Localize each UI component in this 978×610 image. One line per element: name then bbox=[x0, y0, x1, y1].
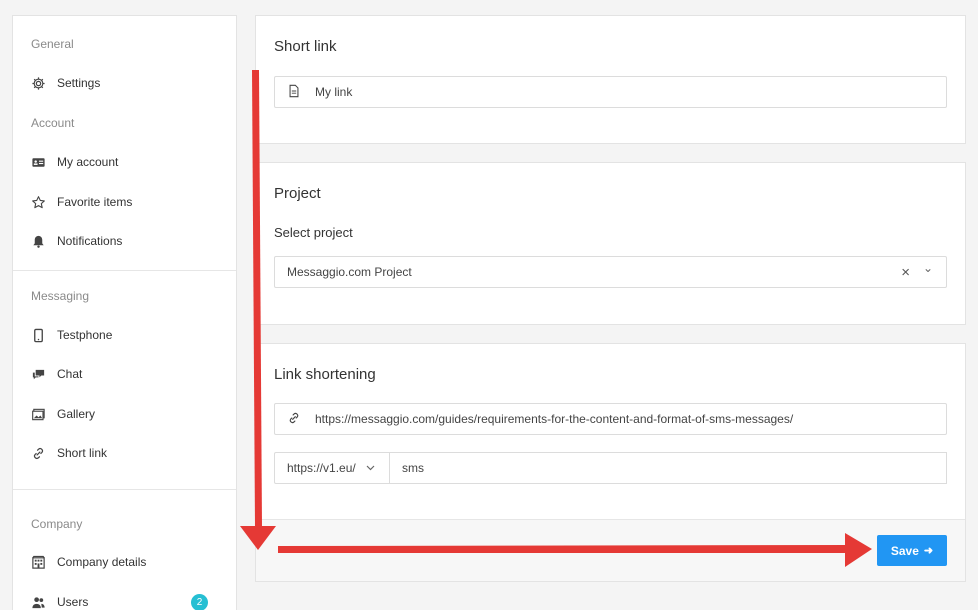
sidebar-item-label: Chat bbox=[57, 367, 83, 381]
sidebar-divider bbox=[13, 489, 236, 490]
sidebar-item-my-account[interactable]: My account bbox=[30, 150, 226, 174]
save-button[interactable]: Save ➜ bbox=[877, 535, 947, 566]
link-name-input[interactable]: My link bbox=[274, 76, 947, 108]
link-name-value: My link bbox=[315, 85, 353, 99]
phone-icon bbox=[30, 327, 46, 343]
sidebar-item-label: Short link bbox=[57, 446, 108, 460]
short-link-card: Short link My link bbox=[255, 15, 966, 144]
domain-prefix-value: https://v1.eu/ bbox=[287, 461, 356, 475]
long-url-value: https://messaggio.com/guides/requirement… bbox=[315, 412, 794, 426]
sidebar-item-label: Users bbox=[57, 595, 89, 609]
long-url-input[interactable]: https://messaggio.com/guides/requirement… bbox=[274, 403, 947, 435]
building-icon bbox=[30, 554, 46, 570]
chevron-down-icon[interactable]: ⌄ bbox=[923, 261, 933, 275]
sidebar-item-favorite-items[interactable]: Favorite items bbox=[30, 190, 226, 214]
project-card: Project Select project Messaggio.com Pro… bbox=[255, 162, 966, 325]
save-button-label: Save bbox=[890, 543, 919, 558]
project-select[interactable]: Messaggio.com Project × ⌄ bbox=[274, 256, 947, 288]
sidebar-item-testphone[interactable]: Testphone bbox=[30, 323, 226, 347]
sidebar: General Settings Account My account Favo… bbox=[12, 15, 237, 610]
slug-input[interactable]: sms bbox=[389, 452, 947, 484]
link-shortening-card-title: Link shortening bbox=[274, 366, 376, 383]
chat-icon bbox=[30, 366, 46, 382]
sidebar-item-settings[interactable]: Settings bbox=[30, 71, 226, 95]
section-title-account: Account bbox=[31, 116, 75, 130]
gear-icon bbox=[30, 75, 46, 91]
select-project-label: Select project bbox=[274, 225, 353, 240]
domain-prefix-select[interactable]: https://v1.eu/ bbox=[274, 452, 390, 484]
clear-icon[interactable]: × bbox=[901, 264, 910, 281]
sidebar-item-notifications[interactable]: Notifications bbox=[30, 229, 226, 253]
sidebar-item-label: Gallery bbox=[57, 407, 96, 421]
short-link-card-title: Short link bbox=[274, 38, 337, 55]
sidebar-item-label: Testphone bbox=[57, 328, 113, 342]
sidebar-item-label: Settings bbox=[57, 76, 101, 90]
users-icon bbox=[30, 594, 46, 610]
link-icon bbox=[287, 411, 303, 427]
section-title-messaging: Messaging bbox=[31, 289, 90, 303]
gallery-icon bbox=[30, 406, 46, 422]
slug-value: sms bbox=[402, 461, 424, 475]
sidebar-item-label: My account bbox=[57, 155, 119, 169]
section-title-company: Company bbox=[31, 517, 83, 531]
chevron-down-icon bbox=[366, 463, 375, 473]
sidebar-item-short-link[interactable]: Short link bbox=[30, 441, 226, 465]
sidebar-item-company-details[interactable]: Company details bbox=[30, 550, 226, 574]
link-icon bbox=[30, 445, 46, 461]
arrow-right-icon: ➜ bbox=[923, 545, 934, 557]
sidebar-item-label: Company details bbox=[57, 555, 147, 569]
project-select-value: Messaggio.com Project bbox=[287, 265, 412, 279]
project-card-title: Project bbox=[274, 185, 321, 202]
card-footer: Save ➜ bbox=[256, 519, 965, 581]
users-count-badge: 2 bbox=[191, 593, 208, 610]
sidebar-item-gallery[interactable]: Gallery bbox=[30, 402, 226, 426]
sidebar-item-label: Notifications bbox=[57, 234, 123, 248]
id-card-icon bbox=[30, 154, 46, 170]
sidebar-item-chat[interactable]: Chat bbox=[30, 362, 226, 386]
sidebar-item-label: Favorite items bbox=[57, 195, 133, 209]
document-icon bbox=[287, 84, 303, 100]
sidebar-divider bbox=[13, 270, 236, 271]
star-icon bbox=[30, 194, 46, 210]
section-title-general: General bbox=[31, 37, 74, 51]
sidebar-item-users[interactable]: Users 2 bbox=[30, 590, 226, 610]
link-shortening-card: Link shortening https://messaggio.com/gu… bbox=[255, 343, 966, 582]
bell-icon bbox=[30, 233, 46, 249]
